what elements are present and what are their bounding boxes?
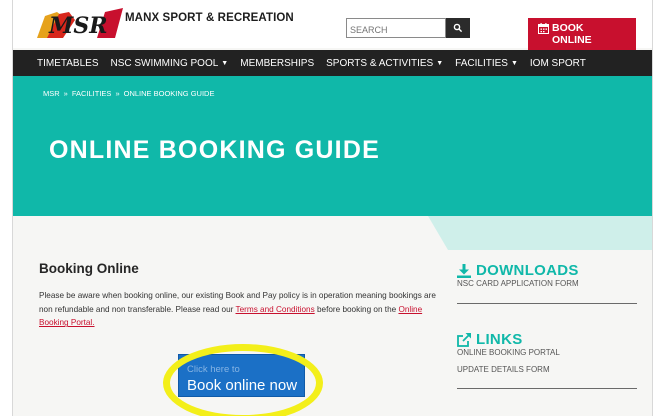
page-hero: MSR» FACILITIES» ONLINE BOOKING GUIDE ONLI… (13, 76, 652, 216)
highlight-ellipse (163, 344, 323, 416)
breadcrumb-separator: » (115, 89, 120, 98)
link-update-details-form[interactable]: UPDATE DETAILS FORM (457, 365, 550, 374)
booking-policy-text: Please be aware when booking online, our… (39, 289, 439, 330)
nav-item-label: NSC SWIMMING POOL (110, 57, 219, 69)
brand-name: MANX SPORT & RECREATION (125, 12, 294, 24)
nav-item-iom-sport[interactable]: IOM SPORT (530, 58, 586, 69)
chevron-down-icon: ▼ (221, 59, 229, 67)
book-online-button[interactable]: BOOK ONLINE (528, 18, 636, 50)
nav-item-facilities[interactable]: FACILITIES ▼ (455, 58, 518, 69)
section-title-booking-online: Booking Online (39, 261, 139, 276)
nav-item-label: IOM SPORT (529, 57, 586, 69)
nav-item-memberships[interactable]: MEMBERSHIPS (240, 58, 314, 69)
downloads-heading: DOWNLOADS (457, 262, 579, 279)
nav-item-label: FACILITIES (455, 57, 508, 69)
breadcrumb-current: ONLINE BOOKING GUIDE (123, 89, 215, 98)
policy-text-part2: before booking on the (314, 304, 399, 314)
nav-item-nsc-swimming-pool[interactable]: NSC SWIMMING POOL ▼ (111, 58, 229, 69)
main-nav: TIMETABLES NSC SWIMMING POOL ▼ MEMBERSHIP… (13, 50, 652, 76)
nav-item-timetables[interactable]: TIMETABLES (37, 58, 99, 69)
breadcrumb-separator: » (63, 89, 68, 98)
nav-item-sports-activities[interactable]: SPORTS & ACTIVITIES ▼ (326, 58, 443, 69)
msr-logo[interactable]: MSR (35, 8, 123, 40)
links-heading-text: LINKS (476, 331, 523, 348)
browser-viewport: MSR MANX SPORT & RECREATION B (12, 0, 653, 416)
logo-graphic: MSR (37, 8, 123, 39)
terms-and-conditions-link[interactable]: Terms and Conditions (236, 305, 315, 314)
book-online-label-line1: BOOK (552, 22, 584, 34)
breadcrumb-link-msr[interactable]: MSR (43, 89, 60, 98)
chevron-down-icon: ▼ (436, 59, 444, 67)
search-input[interactable] (346, 18, 446, 38)
divider (457, 388, 637, 389)
breadcrumb-link-facilities[interactable]: FACILITIES (72, 89, 112, 98)
decorative-wedge (428, 216, 652, 250)
download-link-nsc-card-application-form[interactable]: NSC CARD APPLICATION FORM (457, 279, 579, 288)
book-online-label-line2: ONLINE (552, 34, 592, 46)
links-heading: LINKS (457, 331, 523, 348)
search-button[interactable] (446, 18, 470, 38)
external-link-icon (457, 332, 471, 347)
logo-text: MSR (48, 13, 108, 39)
divider (457, 303, 637, 304)
nav-item-label: TIMETABLES (37, 57, 99, 69)
breadcrumb: MSR» FACILITIES» ONLINE BOOKING GUIDE (43, 89, 214, 98)
downloads-heading-text: DOWNLOADS (476, 262, 579, 279)
nav-item-label: MEMBERSHIPS (240, 57, 315, 69)
nav-item-label: SPORTS & ACTIVITIES (326, 57, 434, 69)
link-online-booking-portal[interactable]: ONLINE BOOKING PORTAL (457, 348, 560, 357)
page-title: ONLINE BOOKING GUIDE (49, 136, 380, 164)
calendar-icon (538, 23, 549, 34)
site-header: MSR MANX SPORT & RECREATION B (13, 0, 652, 50)
chevron-down-icon: ▼ (510, 59, 518, 67)
download-icon (457, 263, 471, 278)
search-icon (453, 23, 463, 33)
